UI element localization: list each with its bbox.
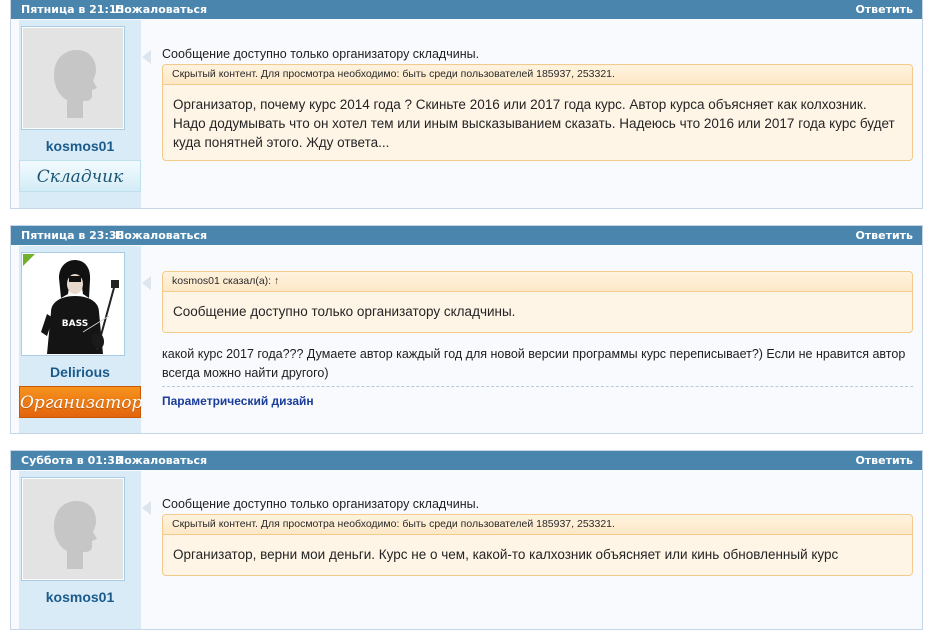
avatar[interactable]: BASS	[21, 252, 125, 356]
post-header-bar: Пятница в 21:15 Пожаловаться Ответить	[11, 0, 922, 19]
username[interactable]: kosmos01	[19, 589, 141, 605]
avatar[interactable]	[21, 26, 125, 130]
default-silhouette-icon	[23, 479, 123, 579]
reply-link[interactable]: Ответить	[855, 226, 913, 245]
restricted-notice: Сообщение доступно только организатору с…	[162, 497, 480, 511]
quote-author[interactable]: kosmos01 сказал(а): ↑	[163, 272, 912, 292]
reply-link[interactable]: Ответить	[855, 451, 913, 470]
report-link[interactable]: Пожаловаться	[115, 226, 207, 245]
message-pointer	[142, 276, 151, 290]
hidden-content-text: Организатор, почему курс 2014 года ? Ски…	[173, 97, 895, 150]
avatar[interactable]	[21, 477, 125, 581]
user-rank-badge: Организатор	[19, 386, 142, 418]
message-text: какой курс 2017 года??? Думаете автор ка…	[162, 347, 906, 380]
svg-text:BASS: BASS	[62, 319, 88, 329]
post: Пятница в 23:38 Пожаловаться Ответить BA…	[10, 225, 923, 434]
post-date[interactable]: Пятница в 21:15	[21, 0, 124, 19]
post-header-bar: Пятница в 23:38 Пожаловаться Ответить	[11, 226, 922, 245]
hidden-content-label: Скрытый контент. Для просмотра необходим…	[163, 515, 912, 535]
default-silhouette-icon	[23, 28, 123, 128]
user-info-column: kosmos01 Складчик	[19, 20, 141, 208]
signature-divider	[162, 386, 913, 387]
user-info-column: BASS Delirious Организатор	[19, 246, 142, 433]
quote-box: kosmos01 сказал(а): ↑ Сообщение доступно…	[162, 271, 913, 333]
hidden-content-box: Скрытый контент. Для просмотра необходим…	[162, 64, 913, 161]
restricted-notice: Сообщение доступно только организатору с…	[162, 47, 480, 61]
username[interactable]: kosmos01	[19, 138, 141, 154]
hidden-content-text: Организатор, верни мои деньги. Курс не о…	[173, 547, 839, 562]
quote-text: Сообщение доступно только организатору с…	[173, 304, 516, 319]
hidden-content-label: Скрытый контент. Для просмотра необходим…	[163, 65, 912, 85]
message-pointer	[142, 50, 151, 64]
reply-link[interactable]: Ответить	[855, 0, 913, 19]
post-header-bar: Суббота в 01:33 Пожаловаться Ответить	[11, 451, 922, 470]
signature-link[interactable]: Параметрический дизайн	[162, 394, 314, 408]
bass-guitarist-avatar-icon: BASS	[23, 254, 123, 354]
message-pointer	[142, 501, 151, 515]
hidden-content-box: Скрытый контент. Для просмотра необходим…	[162, 514, 913, 576]
report-link[interactable]: Пожаловаться	[115, 0, 207, 19]
post: Пятница в 21:15 Пожаловаться Ответить ko…	[10, 0, 923, 209]
report-link[interactable]: Пожаловаться	[115, 451, 207, 470]
post-date[interactable]: Пятница в 23:38	[21, 226, 124, 245]
user-rank-badge: Складчик	[19, 160, 141, 192]
username[interactable]: Delirious	[19, 364, 141, 380]
online-indicator-icon	[23, 254, 35, 266]
post-date[interactable]: Суббота в 01:33	[21, 451, 123, 470]
user-info-column: kosmos01	[19, 471, 141, 629]
post: Суббота в 01:33 Пожаловаться Ответить ko…	[10, 450, 923, 630]
